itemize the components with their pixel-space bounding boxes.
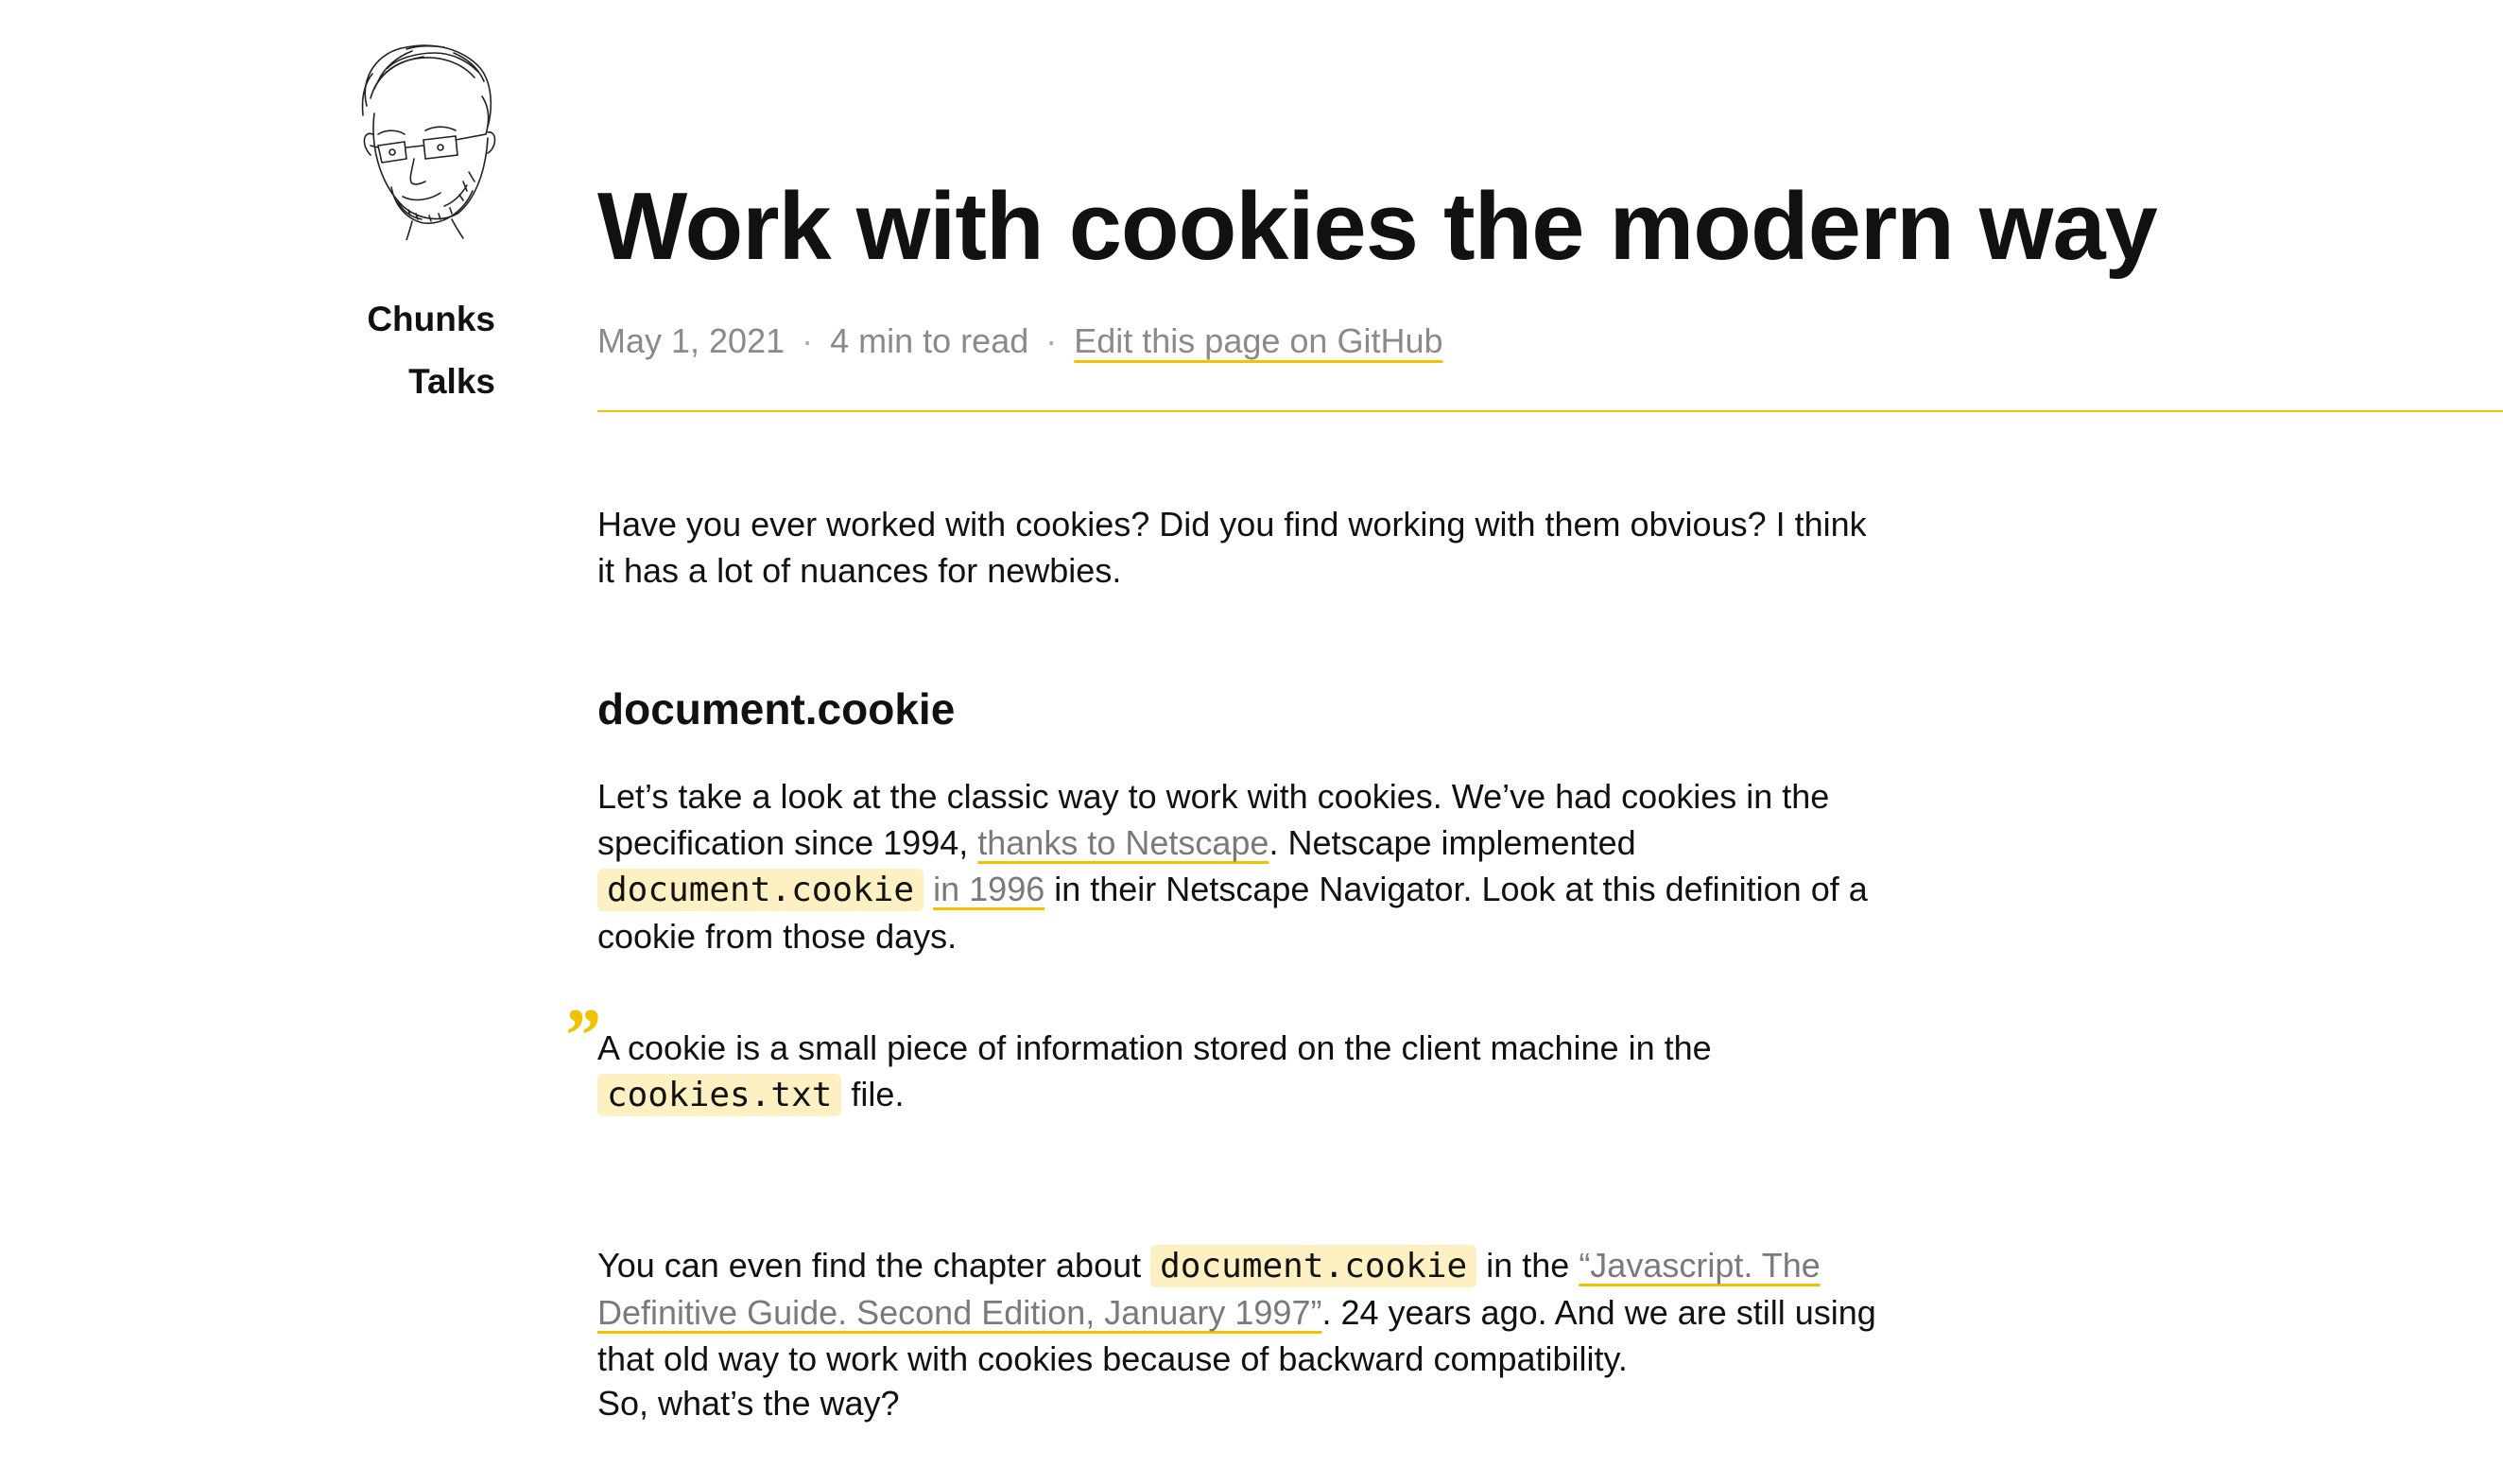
meta-separator: · — [802, 321, 814, 360]
inline-code: document.cookie — [1150, 1245, 1477, 1287]
text-segment: file. — [841, 1075, 905, 1113]
text-segment: . Netscape implemented — [1269, 823, 1636, 862]
text-segment: A cookie is a small piece of information… — [597, 1028, 1712, 1067]
book-paragraph: You can even find the chapter about docu… — [597, 1242, 1892, 1382]
post-date: May 1, 2021 — [597, 321, 785, 360]
inline-code: cookies.txt — [597, 1074, 842, 1116]
netscape-link[interactable]: thanks to Netscape — [977, 823, 1269, 862]
text-segment: You can even find the chapter about — [597, 1246, 1151, 1285]
quote-mark-icon: ” — [561, 994, 599, 1078]
page-title: Work with cookies the modern way — [597, 174, 2158, 280]
closing-paragraph: So, what’s the way? — [597, 1384, 900, 1423]
text-segment: in the — [1476, 1246, 1579, 1285]
author-avatar[interactable] — [350, 40, 501, 240]
edit-on-github-link[interactable]: Edit this page on GitHub — [1074, 321, 1442, 360]
text-segment — [924, 870, 933, 908]
site-nav: Chunks Talks — [0, 288, 495, 413]
inline-code: document.cookie — [597, 869, 924, 911]
post-meta: May 1, 2021 · 4 min to read · Edit this page… — [597, 318, 1442, 365]
blockquote: ” A cookie is a small piece of informati… — [561, 998, 1892, 1118]
header-divider — [597, 410, 2503, 412]
nav-item-chunks[interactable]: Chunks — [0, 288, 495, 351]
classic-paragraph: Let’s take a look at the classic way to … — [597, 773, 1892, 959]
nav-item-talks[interactable]: Talks — [0, 351, 495, 413]
meta-separator: · — [1045, 321, 1058, 360]
article-body: Have you ever worked with cookies? Did y… — [561, 501, 1892, 1423]
read-time: 4 min to read — [830, 321, 1029, 360]
section-heading: document.cookie — [597, 684, 956, 733]
intro-paragraph: Have you ever worked with cookies? Did y… — [597, 505, 1867, 590]
quote-text: A cookie is a small piece of information… — [597, 1025, 1807, 1118]
in-1996-link[interactable]: in 1996 — [933, 870, 1044, 908]
